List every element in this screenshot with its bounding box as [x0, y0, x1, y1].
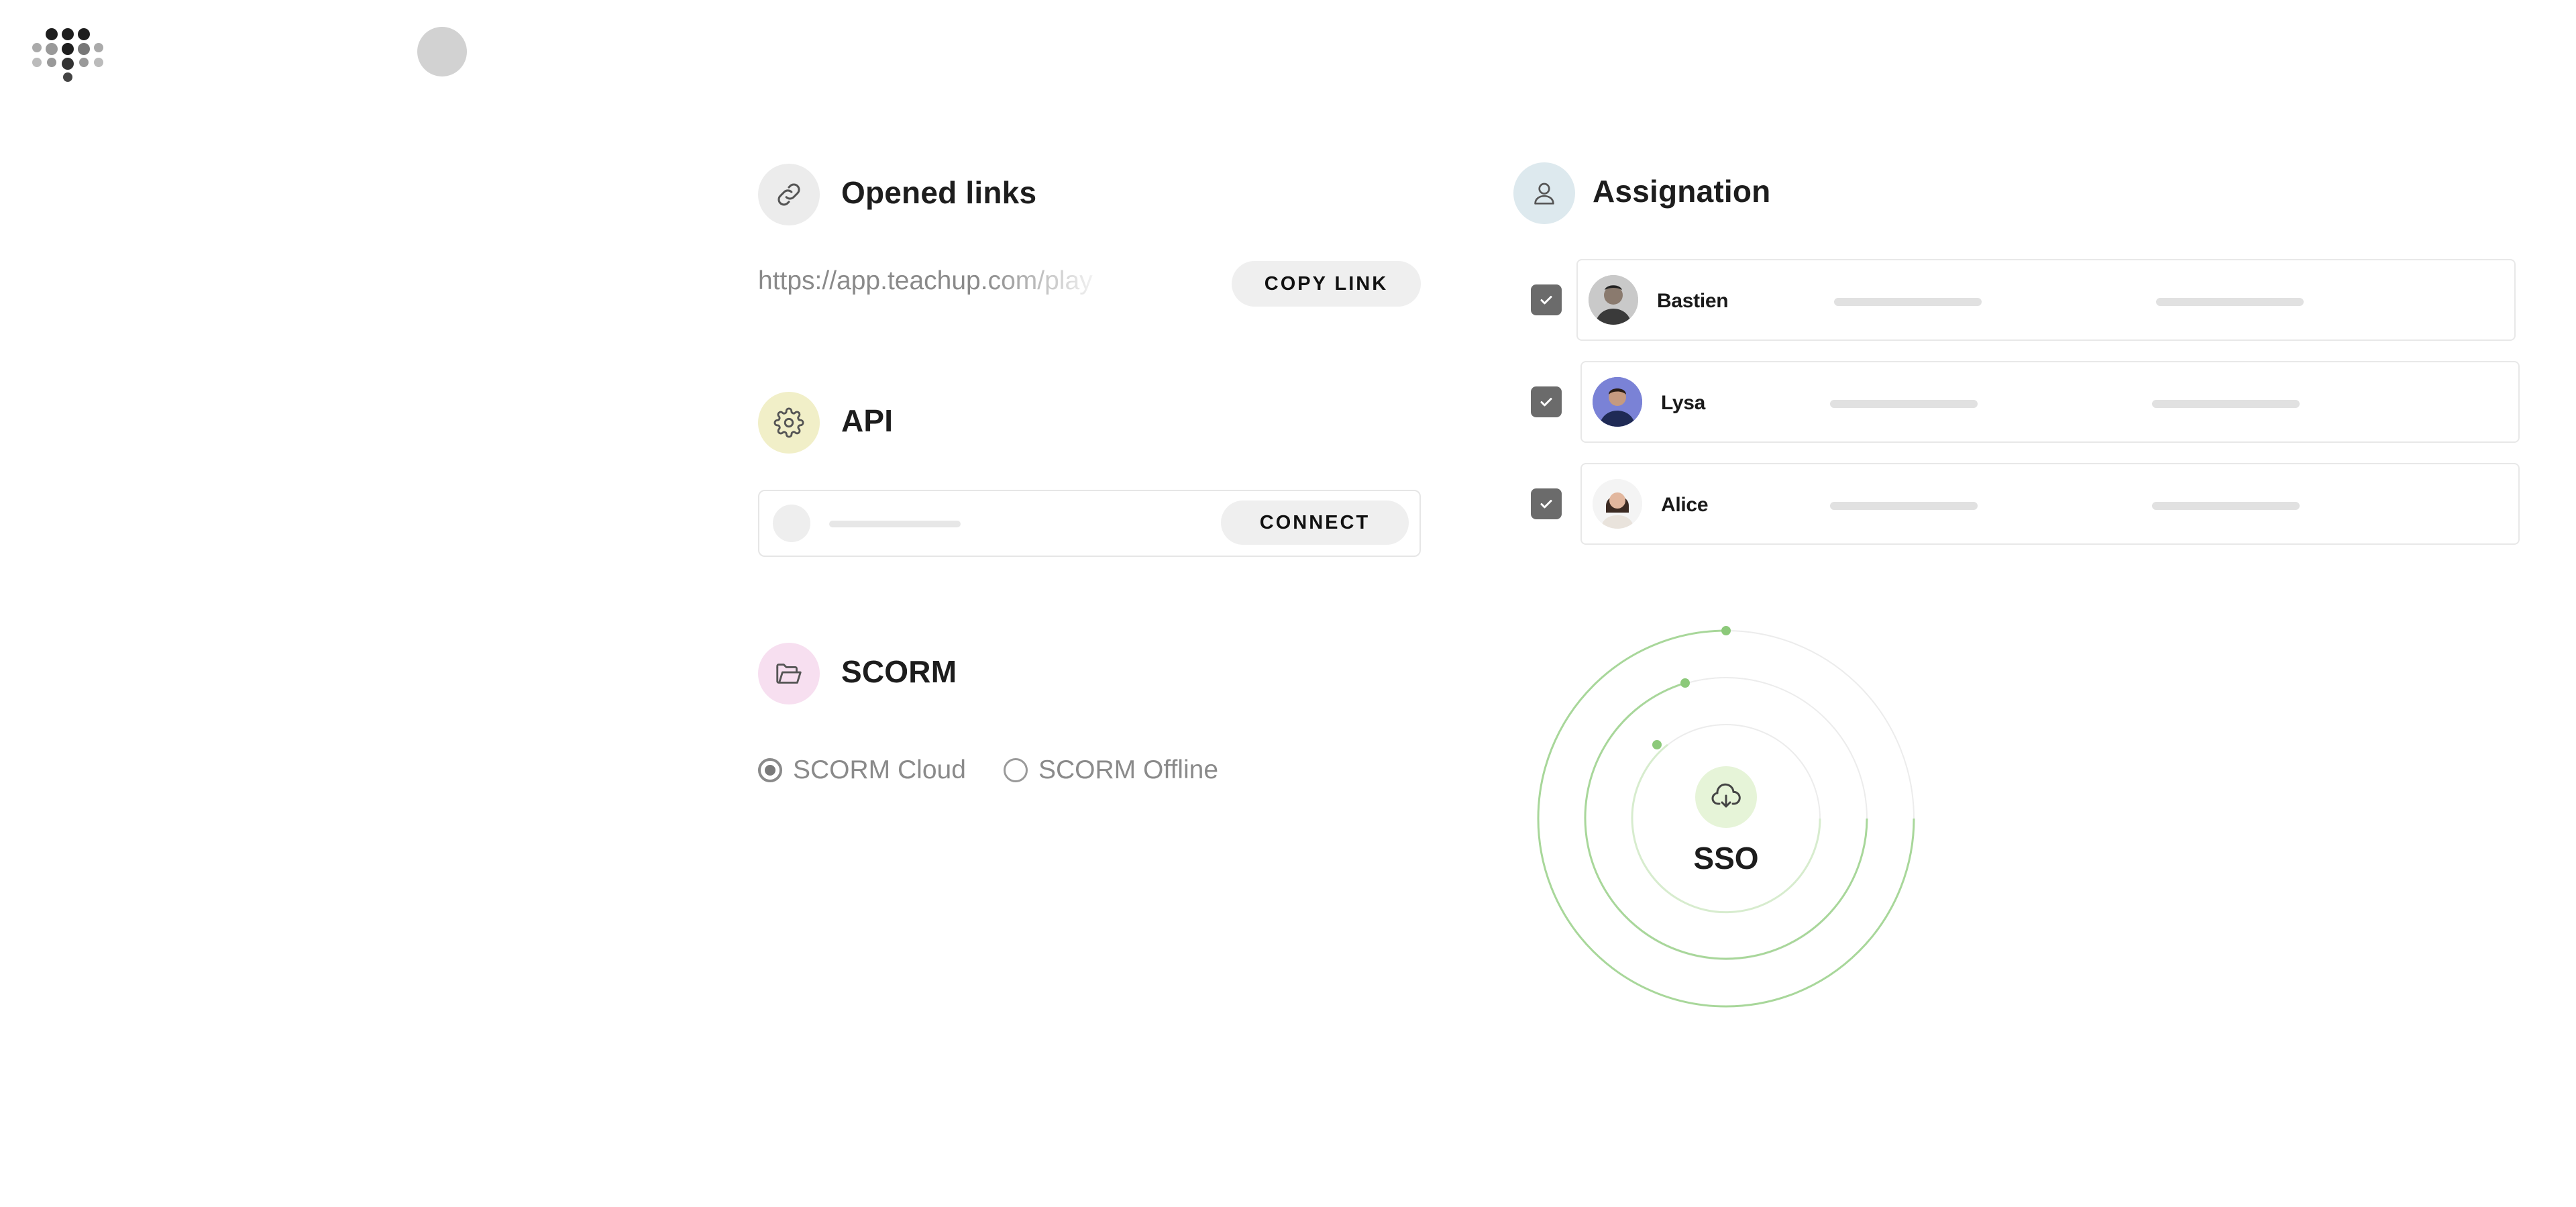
user-icon: [1513, 162, 1575, 224]
placeholder-line: [2156, 298, 2304, 306]
placeholder-line: [1830, 502, 1978, 510]
assignee-row[interactable]: Lysa: [1580, 361, 2520, 443]
link-icon: [758, 164, 820, 225]
connect-button[interactable]: CONNECT: [1221, 501, 1409, 545]
orbit-dot: [1652, 740, 1662, 749]
checkbox-checked-icon[interactable]: [1531, 488, 1562, 519]
scorm-offline-radio[interactable]: SCORM Offline: [1004, 755, 1218, 785]
copy-link-button[interactable]: COPY LINK: [1232, 261, 1421, 307]
scorm-title: SCORM: [841, 654, 957, 689]
assignation-title: Assignation: [1593, 174, 1771, 209]
folder-open-icon: [758, 643, 820, 704]
avatar: [1593, 377, 1642, 427]
checkbox-checked-icon[interactable]: [1531, 386, 1562, 417]
orbit-dot: [1680, 678, 1690, 688]
orbit-dot: [1721, 626, 1731, 635]
scorm-offline-label: SCORM Offline: [1038, 755, 1219, 784]
opened-link-url[interactable]: https://app.teachup.com/play: [758, 266, 1107, 307]
placeholder-line: [2152, 502, 2300, 510]
sso-label: SSO: [1693, 841, 1759, 876]
radio-checked-icon: [758, 758, 782, 782]
gear-icon: [758, 392, 820, 454]
cloud-download-icon: [1695, 766, 1757, 828]
api-placeholder-line: [829, 521, 961, 527]
assignee-row[interactable]: Bastien: [1576, 259, 2516, 341]
placeholder-line: [1834, 298, 1982, 306]
checkbox-checked-icon[interactable]: [1531, 284, 1562, 315]
placeholder-line: [1830, 400, 1978, 408]
avatar: [1589, 275, 1638, 325]
api-title: API: [841, 403, 894, 438]
assignee-name: Lysa: [1661, 392, 1706, 414]
api-status-dot: [773, 505, 810, 542]
assignee-name: Alice: [1661, 494, 1709, 516]
api-connection-card: CONNECT: [758, 490, 1421, 557]
scorm-cloud-radio[interactable]: SCORM Cloud: [758, 755, 966, 785]
avatar: [1593, 479, 1642, 529]
assignee-name: Bastien: [1657, 290, 1729, 312]
placeholder-line: [2152, 400, 2300, 408]
scorm-cloud-label: SCORM Cloud: [793, 755, 966, 784]
dot-grid-logo[interactable]: [32, 28, 105, 82]
radio-unchecked-icon: [1004, 758, 1028, 782]
opened-links-title: Opened links: [841, 175, 1037, 210]
user-avatar-placeholder[interactable]: [417, 27, 467, 76]
assignee-row[interactable]: Alice: [1580, 463, 2520, 545]
